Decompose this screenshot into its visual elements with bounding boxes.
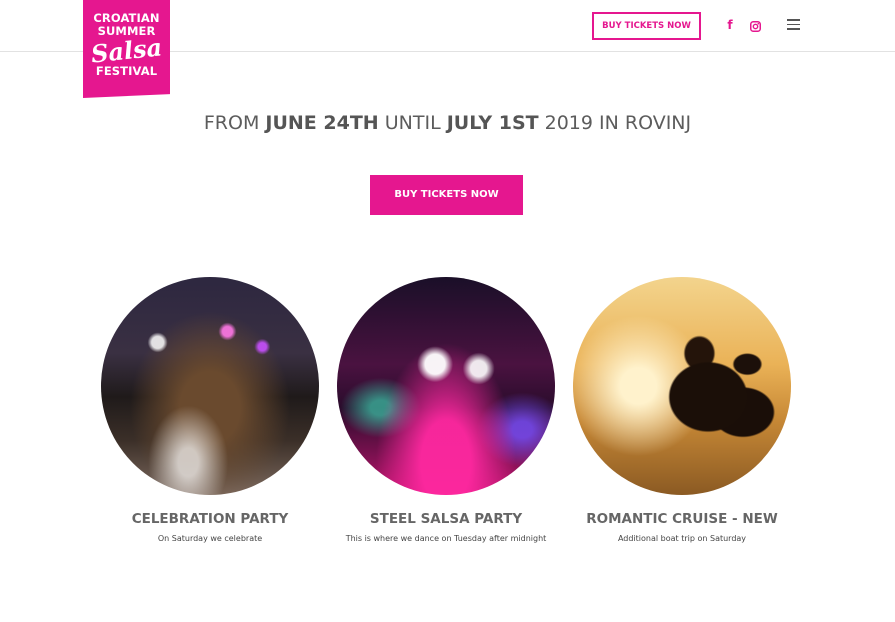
event-title[interactable]: ROMANTIC CRUISE - NEW [552, 511, 812, 528]
event-image-steel-salsa[interactable] [337, 277, 555, 495]
headline-prefix: FROM [203, 112, 266, 134]
event-subtitle: Additional boat trip on Saturday [617, 534, 747, 543]
event-title[interactable]: STEEL SALSA PARTY [316, 511, 576, 528]
page: BUY TICKETS NOW f CROATIAN SUMMER Salsa … [0, 0, 895, 622]
event-card-celebration: CELEBRATION PARTY On Saturday we celebra… [80, 277, 340, 544]
facebook-icon[interactable]: f [725, 18, 735, 32]
header-buy-tickets-button[interactable]: BUY TICKETS NOW [592, 12, 701, 40]
event-image-romantic-cruise[interactable] [573, 277, 791, 495]
headline-end-date: JULY 1ST [446, 112, 539, 134]
hamburger-menu-icon[interactable] [787, 19, 800, 30]
festival-logo[interactable]: CROATIAN SUMMER Salsa FESTIVAL [83, 0, 170, 98]
headline-suffix: 2019 IN ROVINJ [538, 112, 692, 134]
headline-middle: UNTIL [378, 112, 447, 134]
hero-buy-tickets-button[interactable]: BUY TICKETS NOW [370, 175, 523, 215]
event-card-romantic-cruise: ROMANTIC CRUISE - NEW Additional boat tr… [552, 277, 812, 544]
event-image-celebration[interactable] [101, 277, 319, 495]
instagram-icon[interactable] [750, 19, 761, 32]
headline-start-date: JUNE 24TH [265, 112, 379, 134]
hero-headline: FROM JUNE 24TH UNTIL JULY 1ST 2019 IN RO… [200, 112, 695, 135]
event-title[interactable]: CELEBRATION PARTY [80, 511, 340, 528]
event-subtitle: On Saturday we celebrate [157, 534, 263, 543]
event-subtitle: This is where we dance on Tuesday after … [345, 534, 547, 543]
event-card-steel-salsa: STEEL SALSA PARTY This is where we dance… [316, 277, 576, 544]
